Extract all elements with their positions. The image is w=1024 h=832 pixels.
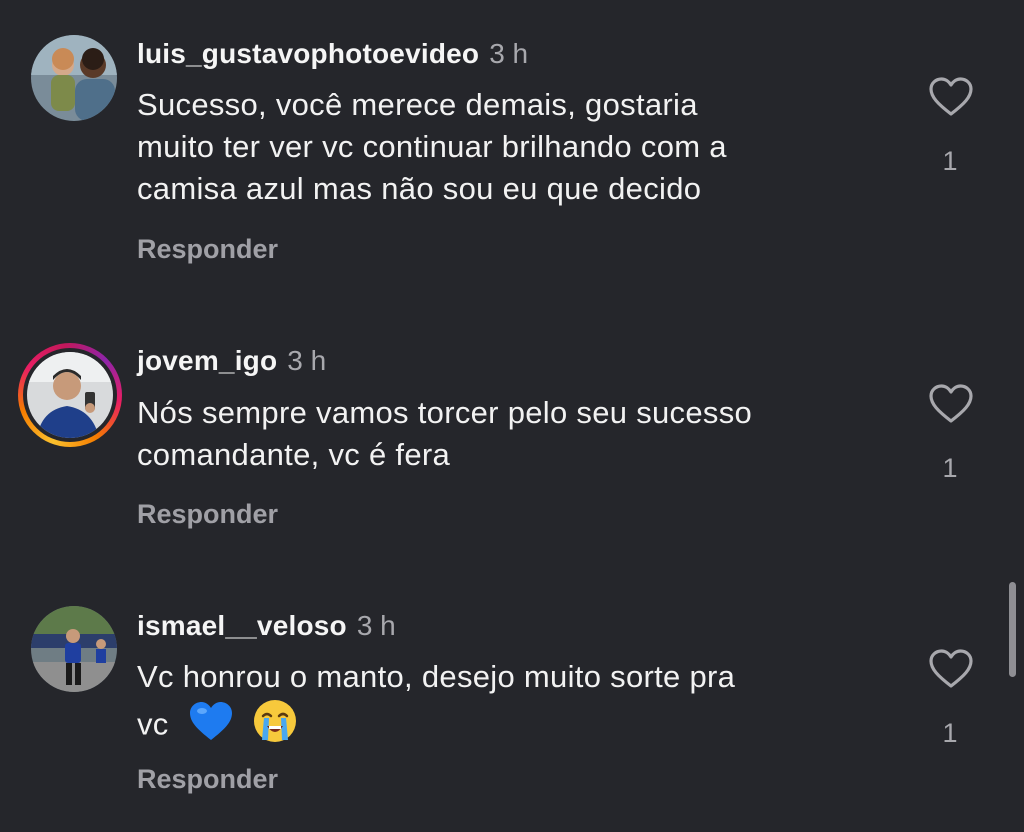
heart-outline-icon[interactable] (928, 648, 974, 690)
reply-button[interactable]: Responder (137, 499, 278, 530)
avatar[interactable] (31, 606, 117, 692)
timestamp: 3 h (356, 610, 396, 641)
username[interactable]: ismael__veloso (137, 610, 347, 641)
reply-button[interactable]: Responder (137, 764, 278, 795)
avatar (27, 352, 113, 438)
like-count: 1 (942, 718, 958, 748)
username[interactable]: jovem_igo (137, 345, 277, 376)
comment-line: Sucesso, você merece demais, gostaria (137, 87, 698, 122)
comment-header: luis_gustavophotoevideo 3 h (137, 37, 528, 71)
comment-header: ismael__veloso 3 h (137, 609, 396, 643)
like-count: 1 (942, 146, 958, 176)
scrollbar[interactable] (1009, 582, 1016, 677)
timestamp: 3 h (287, 345, 327, 376)
avatar-image (31, 606, 117, 692)
comment-line: camisa azul mas não sou eu que decido (137, 171, 702, 206)
heart-outline-icon[interactable] (928, 76, 974, 118)
comment-line: muito ter ver vc continuar brilhando com… (137, 129, 727, 164)
comment-header: jovem_igo 3 h (137, 344, 326, 378)
avatar-image (31, 35, 117, 121)
comment-line: Nós sempre vamos torcer pelo seu sucesso (137, 395, 753, 430)
timestamp: 3 h (489, 38, 529, 69)
comment-line: comandante, vc é fera (137, 437, 451, 472)
comment-line-with-emojis: vc (137, 698, 897, 755)
comment-line: vc (137, 706, 169, 742)
comment-text: Sucesso, você merece demais, gostaria mu… (137, 84, 897, 210)
comment-text: Vc honrou o manto, desejo muito sorte pr… (137, 656, 897, 755)
reply-button[interactable]: Responder (137, 234, 278, 265)
username[interactable]: luis_gustavophotoevideo (137, 38, 479, 69)
story-ring[interactable] (18, 343, 122, 447)
comment-text: Nós sempre vamos torcer pelo seu sucesso… (137, 392, 897, 476)
blue-heart-emoji (188, 700, 234, 753)
comments-list: luis_gustavophotoevideo 3 h Sucesso, você… (0, 0, 1024, 832)
avatar[interactable] (31, 35, 117, 121)
like-count: 1 (942, 453, 958, 483)
loudly-crying-face-emoji (252, 698, 298, 755)
heart-outline-icon[interactable] (928, 383, 974, 425)
comment-line: Vc honrou o manto, desejo muito sorte pr… (137, 659, 736, 694)
